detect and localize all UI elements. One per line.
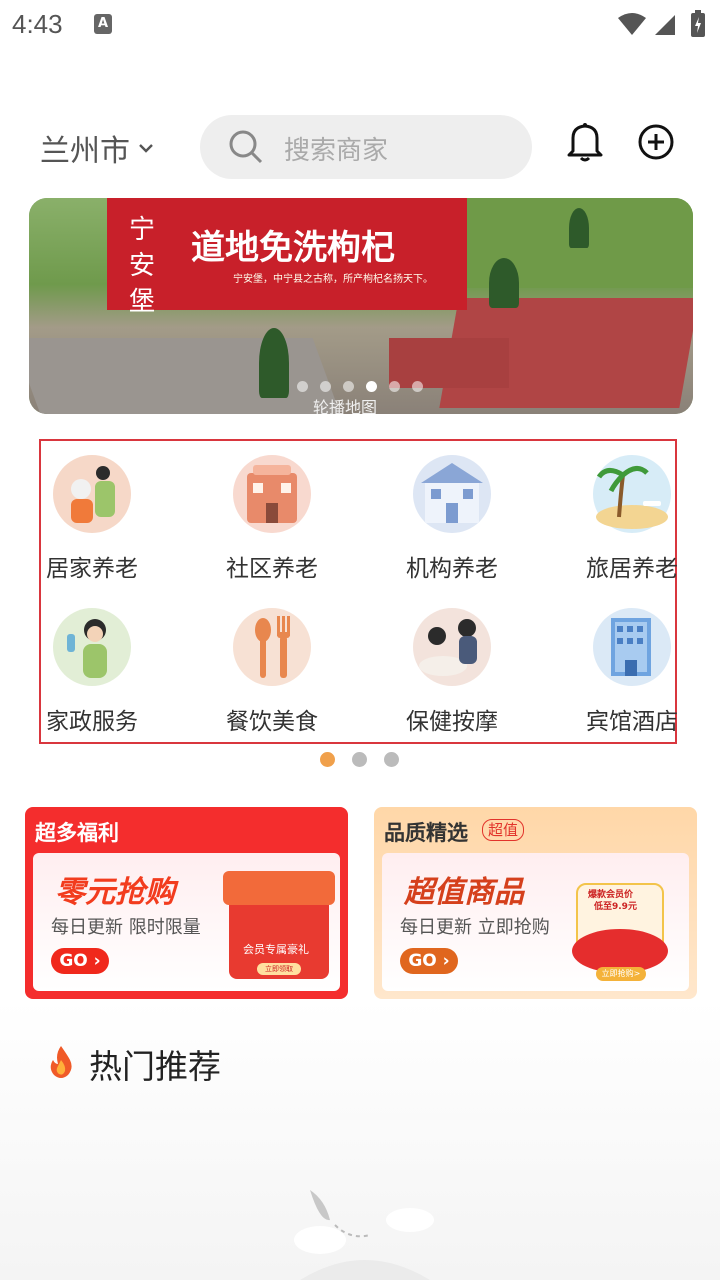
- promo-card-welfare[interactable]: 超多福利 零元抢购 每日更新 限时限量 GO › 会员专属豪礼 立即领取: [25, 807, 348, 999]
- city-selector[interactable]: 兰州市: [40, 126, 154, 170]
- top-bar: 兰州市 搜索商家: [0, 110, 720, 182]
- bag-text: 低至9.9元: [594, 902, 637, 912]
- hot-title: 热门推荐: [89, 1047, 221, 1086]
- gift-lid: [223, 871, 335, 905]
- search-bar[interactable]: 搜索商家: [200, 115, 532, 179]
- status-bar: 4:43 A: [0, 0, 720, 50]
- category-item[interactable]: 保健按摩: [401, 594, 561, 744]
- massage-icon: [413, 608, 491, 686]
- city-name: 兰州市: [40, 134, 130, 169]
- banner-tree: [569, 208, 589, 248]
- category-item[interactable]: 家政服务: [41, 594, 201, 744]
- banner-tree: [489, 258, 519, 308]
- category-grid: 居家养老 社区养老 机构养老 旅居养老 家政服务 餐饮美食 保健按摩 宾馆酒店: [39, 439, 678, 744]
- billboard-subtitle: 宁安堡，中宁县之古称，所产枸杞名扬天下。: [233, 274, 433, 285]
- status-time: 4:43: [12, 9, 63, 39]
- banner-field: [439, 198, 693, 288]
- banner-dot[interactable]: [297, 381, 308, 392]
- community-building-icon: [233, 455, 311, 533]
- category-item[interactable]: 机构养老: [401, 441, 561, 591]
- go-label: GO: [59, 951, 88, 971]
- housekeeping-icon: [53, 608, 131, 686]
- promo-card-quality[interactable]: 品质精选 超值 超值商品 每日更新 立即抢购 GO › 爆款会员价 低至9.9元…: [374, 807, 697, 999]
- category-item[interactable]: 社区养老: [221, 441, 381, 591]
- spoon-fork-icon: [233, 608, 311, 686]
- banner-dot[interactable]: [389, 381, 400, 392]
- institution-building-icon: [413, 455, 491, 533]
- category-label: 旅居养老: [586, 556, 678, 582]
- gift-button: 立即领取: [257, 963, 301, 975]
- pager-dot-active[interactable]: [320, 752, 335, 767]
- promo-inner: 零元抢购 每日更新 限时限量 GO › 会员专属豪礼 立即领取: [33, 853, 340, 991]
- banner-caption: 轮播地图: [313, 398, 378, 414]
- hot-section: 热门推荐: [0, 1000, 720, 1280]
- wifi-icon: [618, 13, 646, 35]
- plus-circle-icon[interactable]: [636, 122, 676, 162]
- promo-title: 超多福利: [35, 821, 119, 845]
- category-item[interactable]: 旅居养老: [581, 441, 720, 591]
- battery-charging-icon: [691, 10, 705, 37]
- pager-dot[interactable]: [352, 752, 367, 767]
- bag-button: 立即抢购>: [596, 967, 646, 981]
- banner-dots: [297, 381, 435, 392]
- fire-icon: [50, 1046, 72, 1078]
- category-label: 居家养老: [46, 556, 138, 582]
- beach-travel-icon: [593, 455, 671, 533]
- promo-tag: 超值: [482, 819, 525, 841]
- banner-carousel[interactable]: 宁安堡 道地免洗枸杞 宁安堡，中宁县之古称，所产枸杞名扬天下。 轮播地图: [29, 198, 693, 414]
- category-label: 保健按摩: [406, 709, 498, 735]
- category-label: 餐饮美食: [226, 709, 318, 735]
- banner-roof-left: [29, 338, 346, 414]
- promo-subtitle: 每日更新 限时限量: [51, 917, 201, 938]
- go-button[interactable]: GO ›: [400, 948, 458, 974]
- category-item[interactable]: 宾馆酒店: [581, 594, 720, 744]
- category-item[interactable]: 居家养老: [41, 441, 201, 591]
- category-pager: [320, 752, 416, 767]
- go-label: GO: [408, 951, 437, 971]
- billboard-logo: 宁安堡: [129, 215, 156, 317]
- billboard-title: 道地免洗枸杞: [191, 228, 395, 268]
- accessibility-a-icon: A: [94, 14, 112, 34]
- category-label: 机构养老: [406, 556, 498, 582]
- gift-box-icon: 会员专属豪礼 立即领取: [223, 871, 335, 979]
- banner-dot-active[interactable]: [366, 381, 377, 392]
- empty-state-illustration: [294, 1190, 434, 1280]
- category-label: 家政服务: [46, 709, 138, 735]
- promo-subtitle: 每日更新 立即抢购: [400, 917, 550, 938]
- category-label: 宾馆酒店: [586, 709, 678, 735]
- bell-icon[interactable]: [566, 120, 604, 162]
- pager-dot[interactable]: [384, 752, 399, 767]
- banner-tree: [259, 328, 289, 398]
- hotel-icon: [593, 608, 671, 686]
- banner-dot[interactable]: [320, 381, 331, 392]
- gift-label: 会员专属豪礼: [243, 943, 309, 956]
- promo-inner: 超值商品 每日更新 立即抢购 GO › 爆款会员价 低至9.9元 立即抢购>: [382, 853, 689, 991]
- promo-headline: 零元抢购: [55, 875, 175, 910]
- category-label: 社区养老: [226, 556, 318, 582]
- shopping-bag-icon: 爆款会员价 低至9.9元 立即抢购>: [572, 869, 676, 981]
- category-item[interactable]: 餐饮美食: [221, 594, 381, 744]
- elderly-care-icon: [53, 455, 131, 533]
- banner-dot[interactable]: [412, 381, 423, 392]
- search-placeholder: 搜索商家: [284, 136, 389, 166]
- chevron-down-icon: [139, 144, 153, 153]
- go-button[interactable]: GO ›: [51, 948, 109, 974]
- promo-title: 品质精选: [384, 821, 468, 845]
- search-icon: [229, 130, 263, 164]
- cell-signal-icon: [655, 15, 675, 35]
- promo-headline: 超值商品: [404, 875, 524, 910]
- banner-dot[interactable]: [343, 381, 354, 392]
